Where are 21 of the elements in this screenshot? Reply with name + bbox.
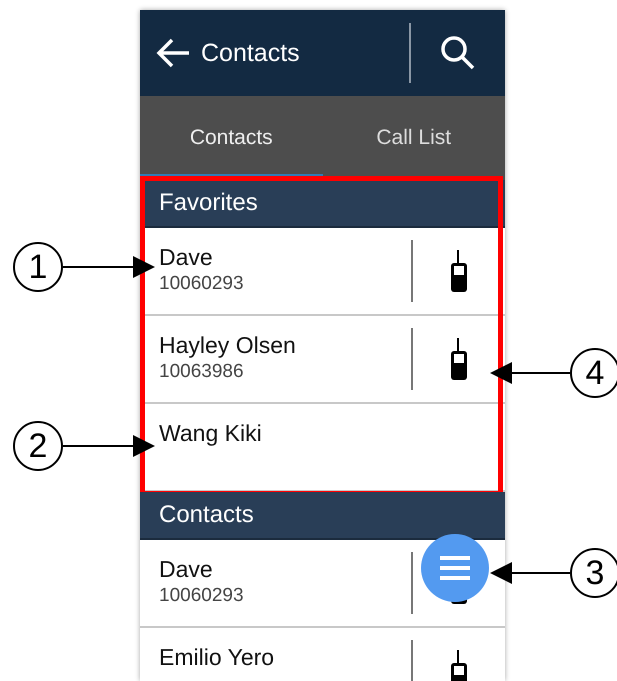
callout-number: 1 (13, 242, 63, 292)
contact-name[interactable]: Wang Kiki (159, 418, 505, 448)
contact-name[interactable]: Emilio Yero (159, 642, 411, 672)
search-icon[interactable] (440, 35, 476, 71)
menu-icon (438, 555, 472, 581)
screen-title: Contacts (201, 38, 301, 68)
radio-icon[interactable] (448, 336, 470, 382)
contact-number: 10060293 (159, 272, 245, 296)
callout-number: 2 (13, 421, 63, 471)
callout-number: 3 (570, 548, 617, 598)
section-header: Contacts (140, 492, 505, 540)
back-arrow-icon[interactable] (155, 37, 191, 69)
callout-number: 4 (570, 348, 617, 398)
contact-name[interactable]: Dave (159, 554, 411, 584)
contact-name[interactable]: Dave (159, 242, 411, 272)
radio-icon[interactable] (448, 648, 470, 681)
tab[interactable]: Call List (322, 96, 505, 180)
contact-number: 10060293 (159, 584, 245, 608)
contact-number: 10063986 (159, 360, 245, 384)
radio-icon[interactable] (448, 248, 470, 294)
contact-name[interactable]: Hayley Olsen (159, 330, 411, 360)
